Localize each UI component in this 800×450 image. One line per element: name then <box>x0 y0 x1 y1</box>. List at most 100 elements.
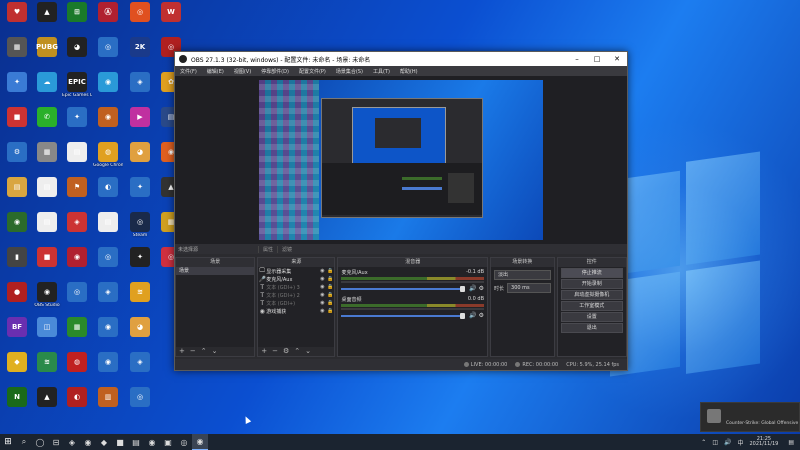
desktop-icon[interactable]: ◎ <box>62 282 92 312</box>
stop-streaming-button[interactable]: 停止推流 <box>560 268 624 278</box>
desktop-icon[interactable]: EPICEpic Games Launcher <box>62 72 92 102</box>
duration-input[interactable]: 300 ms <box>507 283 551 293</box>
add-source-icon[interactable]: + <box>261 347 267 355</box>
desktop-icon[interactable]: ✆ <box>32 107 62 137</box>
start-recording-button[interactable]: 开始录制 <box>560 279 624 289</box>
move-up-icon[interactable]: ⌃ <box>294 347 300 355</box>
lock-icon[interactable]: 🔒 <box>326 292 334 298</box>
taskbar-app-icon[interactable]: ◉ <box>80 434 96 450</box>
lock-icon[interactable]: 🔒 <box>326 268 334 274</box>
exit-button[interactable]: 退出 <box>560 323 624 333</box>
source-item[interactable]: T 文本 (GDI+) ◉ 🔒 <box>258 299 334 307</box>
desktop-icon[interactable]: ✦ <box>62 107 92 137</box>
minimize-icon[interactable]: – <box>567 55 587 63</box>
source-item[interactable]: ◉ 游戏捕获 ◉ 🔒 <box>258 307 334 315</box>
desktop-icon[interactable]: ⚙ <box>2 142 32 172</box>
visibility-eye-icon[interactable]: ◉ <box>318 268 326 274</box>
source-settings-icon[interactable]: ⚙ <box>283 347 289 355</box>
menu-help[interactable]: 帮助(H) <box>395 68 423 75</box>
desktop-icon[interactable]: ◎ <box>93 37 123 67</box>
lock-icon[interactable]: 🔒 <box>326 308 334 314</box>
desktop-icon[interactable]: ▦ <box>32 142 62 172</box>
lock-icon[interactable]: 🔒 <box>326 276 334 282</box>
desktop-icon[interactable]: ▤ <box>2 177 32 207</box>
taskbar-app-icon[interactable]: ◎ <box>176 434 192 450</box>
scene-item[interactable]: 场景 <box>176 267 255 275</box>
desktop-icon[interactable]: ▤ <box>93 212 123 242</box>
visibility-eye-icon[interactable]: ◉ <box>318 276 326 282</box>
notification-toast[interactable]: Counter-Strike: Global Offensive <box>700 402 800 432</box>
speaker-icon[interactable]: 🔊 <box>469 285 476 292</box>
desktop-icon[interactable]: ≋ <box>32 352 62 382</box>
desktop-icon[interactable]: ✦ <box>125 247 155 277</box>
desktop-icon[interactable]: ◉ <box>93 352 123 382</box>
desktop-icon[interactable]: ▲ <box>32 2 62 32</box>
ime-icon[interactable]: 中 <box>737 438 743 447</box>
menu-docks[interactable]: 停靠部件(D) <box>256 68 294 75</box>
volume-icon[interactable]: 🔊 <box>724 439 731 446</box>
tray-chevron-icon[interactable]: ⌃ <box>701 439 706 446</box>
desktop-icon[interactable]: ▮ <box>2 247 32 277</box>
taskbar-app-icon[interactable]: ◆ <box>96 434 112 450</box>
taskbar-app-icon[interactable]: ■ <box>112 434 128 450</box>
desktop-icon[interactable]: ◉ <box>62 247 92 277</box>
taskbar-app-icon[interactable]: ◯ <box>32 434 48 450</box>
settings-button[interactable]: 设置 <box>560 312 624 322</box>
desktop-icon[interactable]: ◉ <box>2 212 32 242</box>
desktop-icon[interactable]: ◍Google Chrome <box>93 142 123 172</box>
maximize-icon[interactable]: □ <box>587 55 607 63</box>
desktop-icon[interactable]: BF <box>2 317 32 347</box>
desktop-icon[interactable]: ■ <box>2 107 32 137</box>
desktop-icon[interactable]: PUBG <box>32 37 62 67</box>
clock[interactable]: 21:25 2021/11/19 <box>750 436 779 448</box>
visibility-eye-icon[interactable]: ◉ <box>318 300 326 306</box>
desktop-icon[interactable]: ◈ <box>93 282 123 312</box>
properties-button[interactable]: 属性 <box>258 245 277 253</box>
desktop-icon[interactable]: ◍ <box>62 352 92 382</box>
taskbar-app-icon[interactable]: ◉ <box>144 434 160 450</box>
desktop-icon[interactable]: ⊞ <box>62 2 92 32</box>
source-item[interactable]: T 文本 (GDI+) 2 ◉ 🔒 <box>258 291 334 299</box>
desktop-icon[interactable]: ♥ <box>2 2 32 32</box>
taskbar-app-icon[interactable]: ▤ <box>128 434 144 450</box>
desktop-icon[interactable]: ◎ <box>125 387 155 417</box>
desktop-icon[interactable]: ◉ <box>93 107 123 137</box>
close-icon[interactable]: ✕ <box>607 55 627 63</box>
studio-mode-button[interactable]: 工作室模式 <box>560 301 624 311</box>
menu-tools[interactable]: 工具(T) <box>368 68 395 75</box>
desktop-icon[interactable]: ▦ <box>2 37 32 67</box>
desktop-icon[interactable]: ▦ <box>62 317 92 347</box>
desktop-icon[interactable]: ● <box>2 282 32 312</box>
desktop-icon[interactable]: ◉ OBS Studio <box>32 282 62 312</box>
desktop-icon[interactable]: N <box>2 387 32 417</box>
lock-icon[interactable]: 🔒 <box>326 300 334 306</box>
menu-scene-collection[interactable]: 场景集合(S) <box>331 68 368 75</box>
desktop-icon[interactable]: ✦ <box>125 177 155 207</box>
desktop-icon[interactable]: ◎ <box>93 247 123 277</box>
desktop-icon[interactable]: ☁ <box>32 72 62 102</box>
desktop-icon[interactable]: ▥ <box>93 387 123 417</box>
desktop-icon[interactable]: W <box>156 2 186 32</box>
menu-edit[interactable]: 编辑(E) <box>202 68 229 75</box>
desktop-icon[interactable]: ◉ <box>93 72 123 102</box>
lock-icon[interactable]: 🔒 <box>326 284 334 290</box>
menu-view[interactable]: 视图(V) <box>229 68 256 75</box>
notification-center-icon[interactable]: ▤ <box>788 439 794 446</box>
network-icon[interactable]: ◫ <box>712 439 718 446</box>
desktop-icon[interactable]: ◎ Steam <box>125 212 155 242</box>
visibility-eye-icon[interactable]: ◉ <box>318 308 326 314</box>
desktop-icon[interactable]: ≋ <box>125 282 155 312</box>
source-item[interactable]: 🖵 显示器采集 ◉ 🔒 <box>258 267 334 275</box>
taskbar-app-icon[interactable]: ◉ <box>192 434 208 450</box>
desktop-icon[interactable]: ◈ <box>125 352 155 382</box>
preview-canvas[interactable] <box>259 80 543 240</box>
desktop-icon[interactable]: 2K <box>125 37 155 67</box>
desktop-icon[interactable]: ▤ <box>32 177 62 207</box>
speaker-icon[interactable]: 🔊 <box>469 312 476 319</box>
volume-slider[interactable] <box>341 285 466 292</box>
move-down-icon[interactable]: ⌄ <box>212 347 218 355</box>
desktop-icon[interactable]: ◈ <box>62 212 92 242</box>
desktop-icon[interactable]: ◕ <box>125 142 155 172</box>
obs-window[interactable]: OBS 27.1.3 (32-bit, windows) - 配置文件: 未命名… <box>174 51 628 371</box>
volume-slider[interactable] <box>341 312 466 319</box>
